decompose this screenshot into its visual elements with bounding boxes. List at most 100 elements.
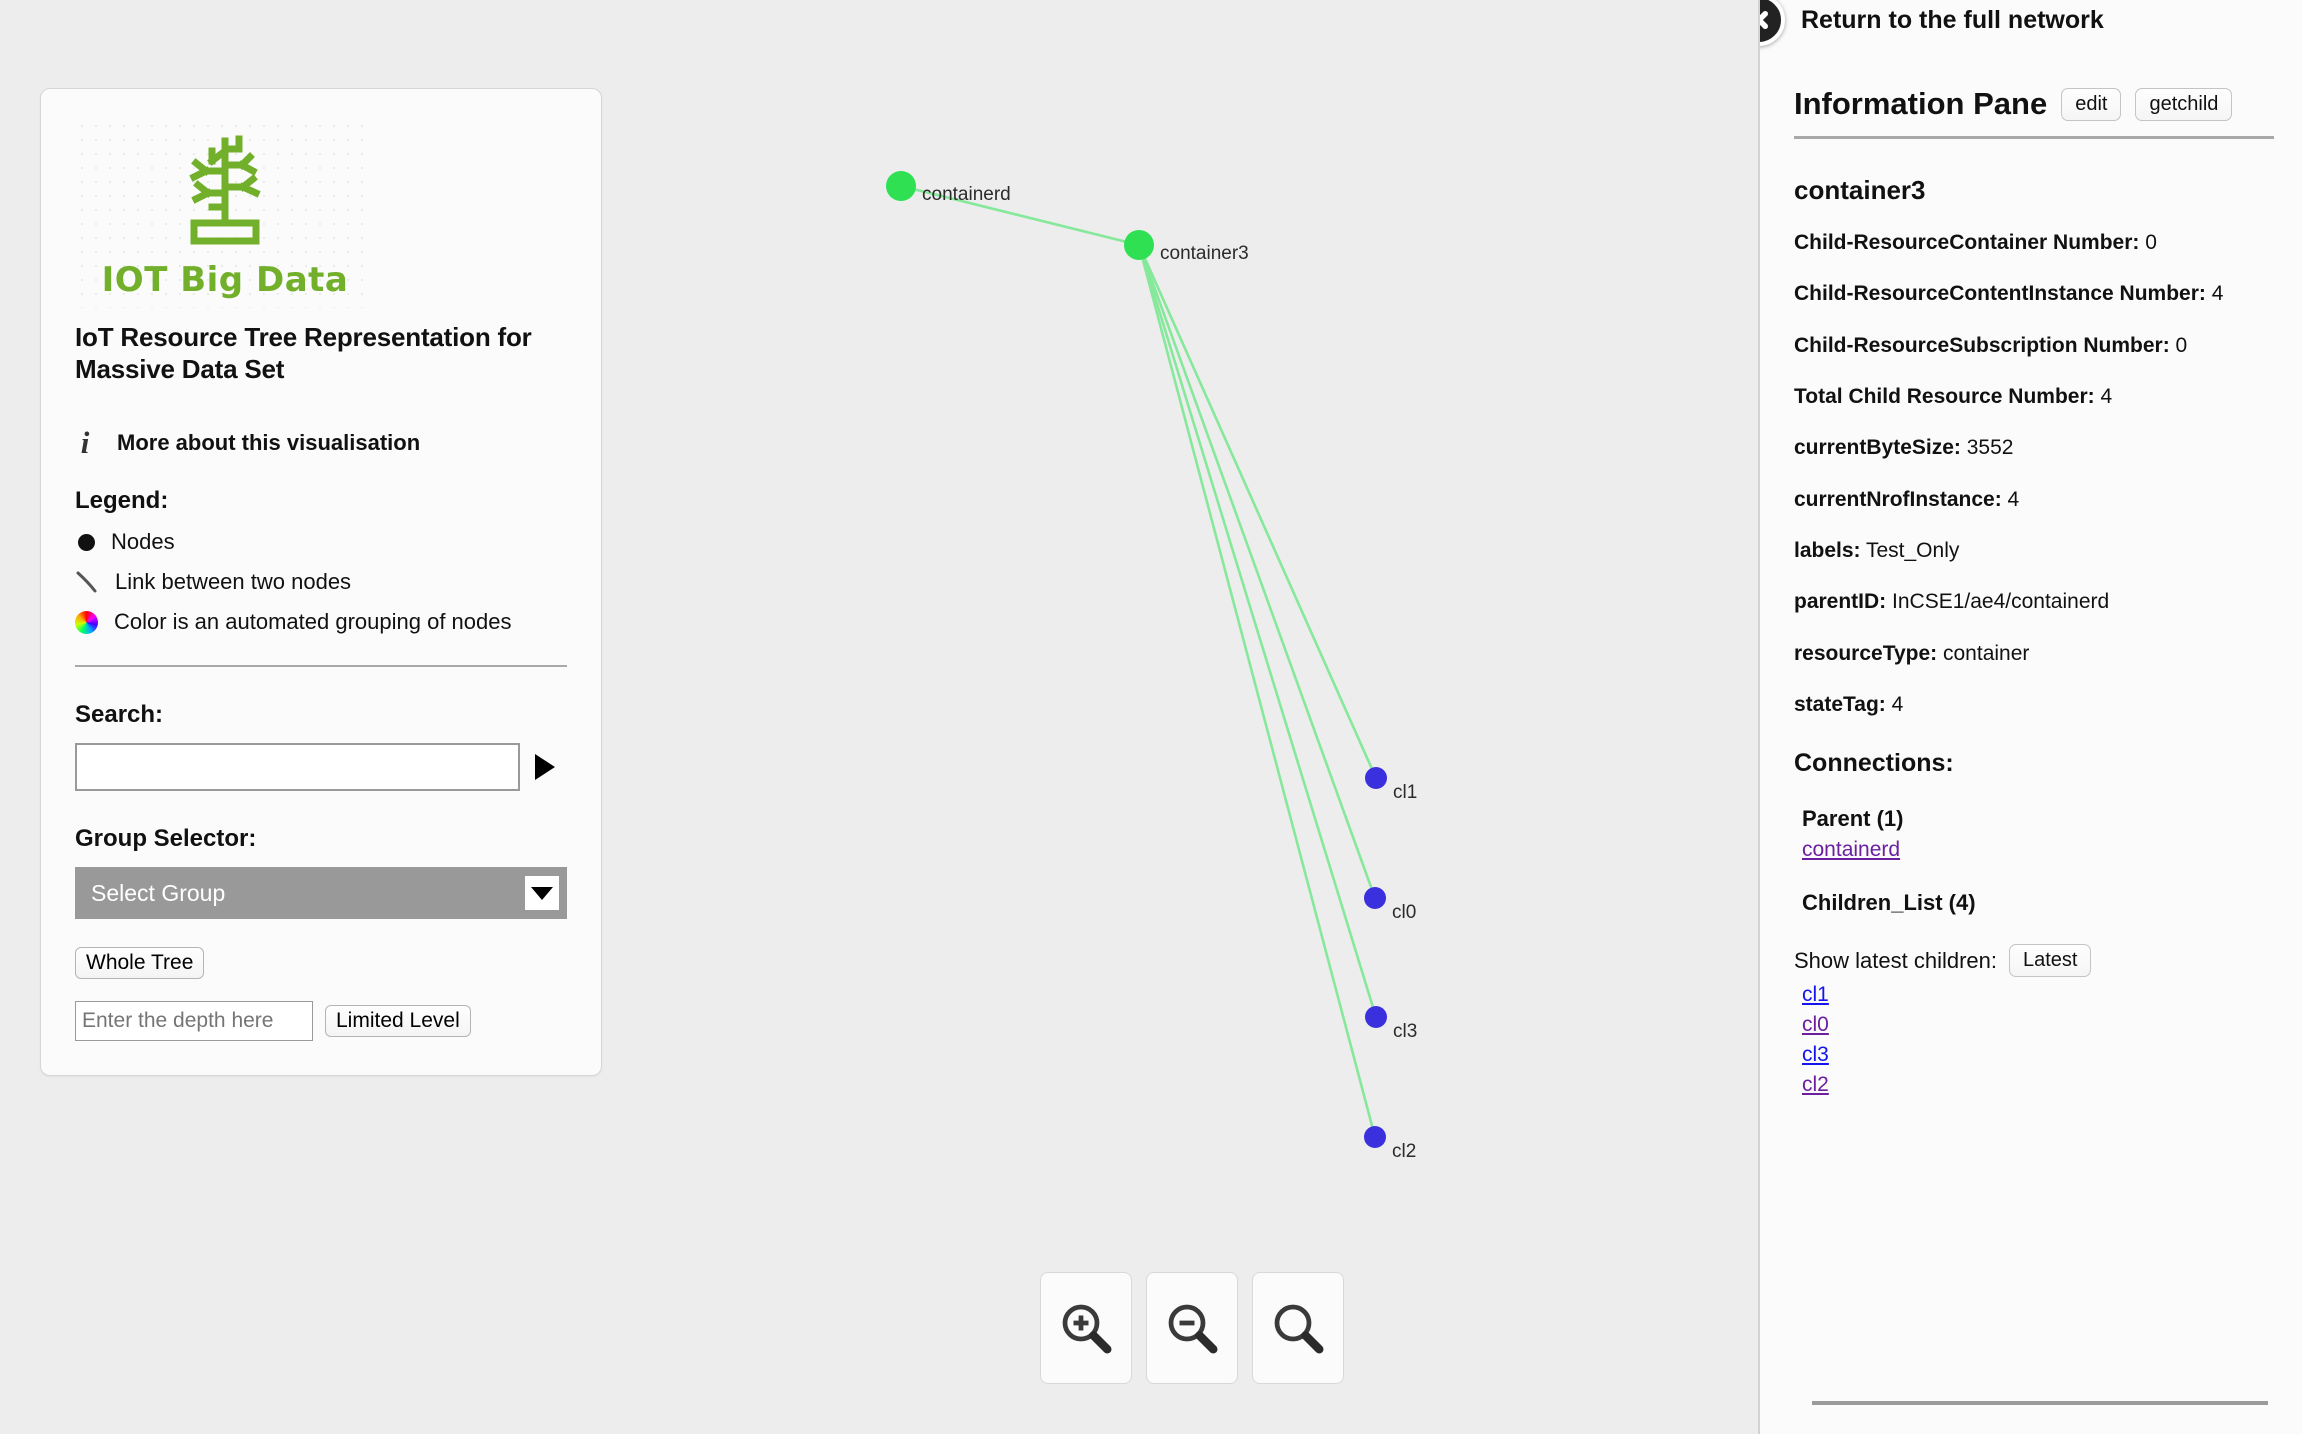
graph-node-cl2[interactable] (1364, 1126, 1386, 1148)
show-latest-children-label: Show latest children: (1794, 947, 1997, 973)
legend-item-nodes: Nodes (75, 529, 601, 555)
limited-level-button[interactable]: Limited Level (325, 1005, 471, 1038)
latest-button[interactable]: Latest (2009, 944, 2092, 978)
node-property: Child-ResourceContentInstance Number: 4 (1794, 280, 2274, 308)
node-property-value: InCSE1/ae4/containerd (1886, 590, 2110, 614)
graph-node-label-cl0: cl0 (1392, 902, 1416, 923)
node-property-key: currentNrofInstance: (1794, 487, 2002, 511)
node-property-value: 3552 (1960, 436, 2014, 460)
graph-node-label-container3: container3 (1160, 243, 1249, 264)
parent-heading: Parent (1) (1802, 806, 1904, 832)
show-latest-children-row: Show latest children: Latest (1794, 944, 2274, 978)
node-property-key: currentByteSize: (1794, 436, 1961, 460)
group-selector-dropdown[interactable]: Select Group (75, 867, 567, 920)
legend-label-color: Color is an automated grouping of nodes (114, 609, 512, 635)
getchild-button[interactable]: getchild (2135, 87, 2233, 121)
graph-node-label-cl3: cl3 (1393, 1021, 1417, 1042)
whole-tree-button[interactable]: Whole Tree (75, 947, 205, 980)
information-pane-title: Information Pane (1794, 86, 2048, 121)
node-property-key: Child-ResourceContentInstance Number: (1794, 282, 2206, 306)
graph-node-cl3[interactable] (1365, 1006, 1387, 1028)
node-property-list: Child-ResourceContainer Number: 0 Child-R… (1794, 229, 2274, 719)
connections-heading: Connections: (1794, 749, 1954, 778)
zoom-control-bar (1040, 1272, 1344, 1384)
legend-divider (75, 665, 567, 668)
node-property-key: resourceType: (1794, 641, 1938, 665)
legend-item-link: Link between two nodes (75, 569, 601, 595)
graph-node-label-cl1: cl1 (1393, 782, 1417, 803)
node-property-key: Child-ResourceContainer Number: (1794, 231, 2140, 254)
group-selector-heading: Group Selector: (75, 825, 257, 853)
information-pane-bottom-divider (1812, 1401, 2268, 1405)
tree-icon (189, 135, 261, 245)
close-x-circle-icon[interactable] (1760, 0, 1785, 46)
search-submit-button[interactable] (530, 750, 560, 784)
zoom-out-button[interactable] (1146, 1272, 1238, 1384)
diagonal-link-icon (75, 570, 99, 594)
node-property-value: 0 (2169, 333, 2188, 357)
information-pane: Return to the full network Information P… (1758, 0, 2302, 1434)
node-property-value: 4 (2205, 282, 2224, 306)
caret-down-icon[interactable] (525, 876, 559, 911)
edit-button[interactable]: edit (2061, 87, 2122, 121)
graph-node-label-containerd: containerd (922, 184, 1011, 205)
node-property: parentID: InCSE1/ae4/containerd (1794, 588, 2274, 616)
page-title: IoT Resource Tree Representation for Mas… (75, 322, 532, 384)
node-property-value: 0 (2139, 231, 2157, 254)
graph-node-containerd[interactable] (886, 171, 916, 201)
graph-node-container3[interactable] (1124, 230, 1154, 260)
depth-input[interactable] (75, 1001, 313, 1042)
app-root: containerd container3 cl1 cl0 cl3 cl2 IO… (0, 0, 2302, 1434)
depth-row: Limited Level (75, 1001, 601, 1042)
parent-link[interactable]: containerd (1802, 838, 2274, 862)
graph-link (1137, 244, 1378, 779)
node-property-value: container (1937, 641, 2030, 665)
child-link[interactable]: cl1 (1802, 983, 2274, 1007)
node-property-value: 4 (2001, 487, 2020, 511)
zoom-out-icon (1168, 1304, 1218, 1354)
node-property-key: labels: (1794, 539, 1861, 563)
children-link-list: cl1 cl0 cl3 cl2 (1794, 983, 2274, 1097)
zoom-reset-icon (1274, 1304, 1324, 1354)
node-property: Total Child Resource Number: 4 (1794, 383, 2274, 411)
node-property-key: Child-ResourceSubscription Number: (1794, 333, 2170, 357)
legend-item-color: Color is an automated grouping of nodes (75, 609, 601, 635)
information-pane-body: Information Pane edit getchild container… (1760, 0, 2302, 1097)
selected-node-name: container3 (1794, 175, 1926, 205)
node-property: Child-ResourceSubscription Number: 0 (1794, 332, 2274, 360)
information-pane-header: Information Pane edit getchild (1794, 86, 2274, 122)
control-panel: IOT Big Data IoT Resource Tree Represent… (40, 88, 602, 1077)
node-property: resourceType: container (1794, 640, 2274, 668)
search-row (75, 743, 601, 792)
node-property-value: Test_Only (1860, 539, 1960, 563)
child-link[interactable]: cl2 (1802, 1073, 2274, 1097)
graph-link (1137, 244, 1377, 1138)
search-input[interactable] (75, 743, 520, 792)
node-property-key: parentID: (1794, 590, 1887, 614)
return-to-network-row[interactable]: Return to the full network (1760, 0, 2104, 46)
graph-node-label-cl2: cl2 (1392, 1141, 1416, 1162)
graph-link (1137, 244, 1377, 899)
child-link[interactable]: cl0 (1802, 1013, 2274, 1037)
play-triangle-icon (535, 754, 555, 781)
return-to-network-label: Return to the full network (1801, 5, 2104, 34)
group-selector-value: Select Group (91, 879, 226, 906)
legend-label-link: Link between two nodes (115, 569, 352, 595)
more-about-link[interactable]: i More about this visualisation (75, 425, 601, 461)
node-property: labels: Test_Only (1794, 537, 2274, 565)
graph-link (1137, 244, 1378, 1018)
graph-node-cl1[interactable] (1365, 767, 1387, 789)
zoom-in-icon (1062, 1304, 1112, 1354)
graph-node-cl0[interactable] (1364, 887, 1386, 909)
zoom-reset-button[interactable] (1252, 1272, 1344, 1384)
node-property: stateTag: 4 (1794, 691, 2274, 719)
node-property-value: 4 (2094, 385, 2113, 409)
children-heading: Children_List (4) (1802, 890, 1976, 916)
node-property: Child-ResourceContainer Number: 0 (1794, 229, 2274, 257)
child-link[interactable]: cl3 (1802, 1043, 2274, 1067)
node-property-key: Total Child Resource Number: (1794, 385, 2095, 409)
legend-heading: Legend: (75, 487, 169, 515)
whole-tree-row: Whole Tree (75, 947, 601, 980)
zoom-in-button[interactable] (1040, 1272, 1132, 1384)
logo-text: IOT Big Data (101, 260, 349, 300)
